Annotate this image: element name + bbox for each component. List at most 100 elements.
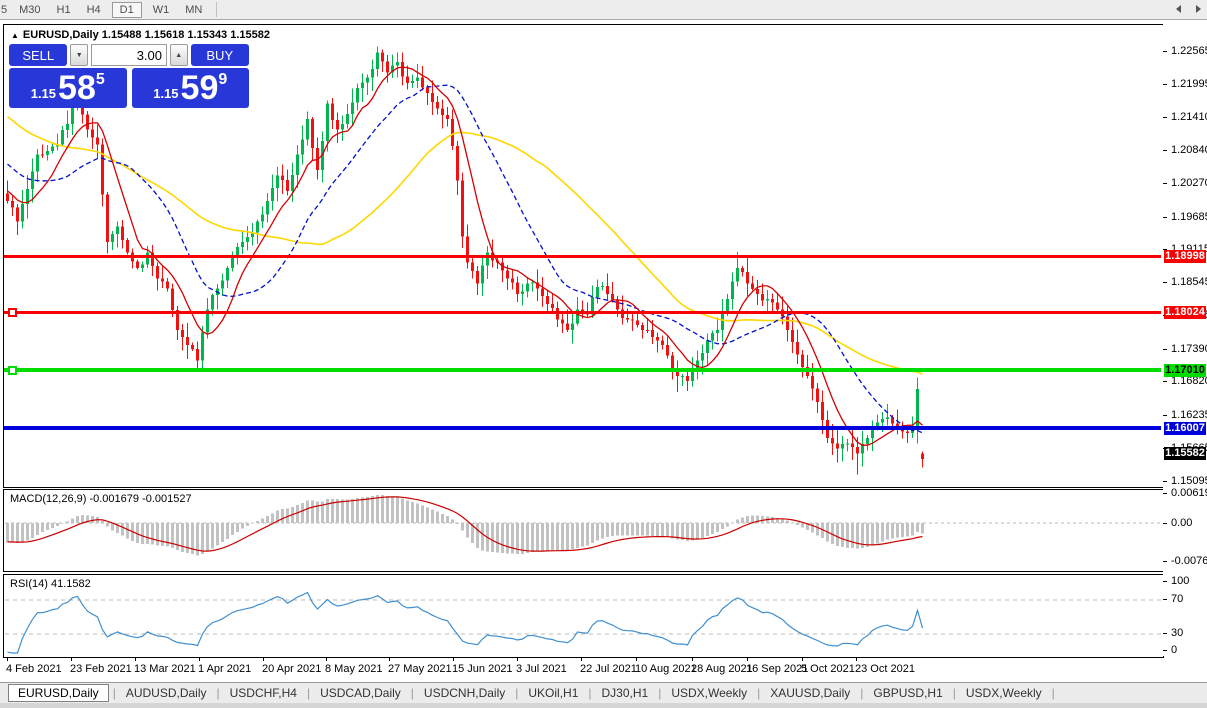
macd-bar xyxy=(151,523,154,545)
date-label: 1 Apr 2021 xyxy=(198,663,252,675)
macd-bar xyxy=(651,523,654,536)
macd-bar xyxy=(21,523,24,543)
trading-terminal-window: 5 M30 H1 H4 D1 W1 MN ▲ EURUSD,Daily 1.15488 1.1… xyxy=(0,0,1207,708)
candle-body xyxy=(506,270,509,279)
timeframe-toolbar: 5 M30 H1 H4 D1 W1 MN xyxy=(0,0,1207,20)
macd-indicator-panel[interactable]: MACD(12,26,9) -0.001679 -0.001527 xyxy=(3,489,1164,572)
level-drag-handle[interactable] xyxy=(8,308,17,318)
collapse-trade-panel-icon[interactable]: ▲ xyxy=(11,31,19,40)
rsi-tick-mark xyxy=(1163,633,1167,634)
macd-bar xyxy=(211,523,214,549)
buy-price-display[interactable]: 1.15 59 9 xyxy=(131,68,249,108)
horizontal-level-line[interactable] xyxy=(4,255,1161,259)
buy-button[interactable]: BUY xyxy=(190,44,249,66)
candle-body xyxy=(156,266,159,279)
price-tick-label: 1.21995 xyxy=(1171,77,1207,90)
date-label: 23 Oct 2021 xyxy=(855,663,915,675)
price-tick-label: 1.20840 xyxy=(1171,144,1207,157)
candle-body xyxy=(41,154,44,156)
tab-xauusd-daily[interactable]: XAUUSD,Daily xyxy=(761,684,859,702)
level-price-tag: 1.18998 xyxy=(1164,250,1206,264)
macd-bar xyxy=(581,523,584,547)
level-drag-handle[interactable] xyxy=(8,366,17,376)
macd-bar xyxy=(341,499,344,523)
volume-increase-button[interactable]: ▲ xyxy=(170,44,188,66)
candle-body xyxy=(711,332,714,341)
macd-bar xyxy=(161,523,164,547)
candle-body xyxy=(726,298,729,312)
tab-scroll-right-icon[interactable] xyxy=(1196,5,1201,13)
timeframe-button-D1[interactable]: D1 xyxy=(111,1,142,18)
macd-bar xyxy=(316,501,319,523)
macd-bar xyxy=(481,523,484,551)
price-tick-mark xyxy=(1163,117,1167,119)
candle-body xyxy=(796,342,799,355)
tab-usdcad-daily[interactable]: USDCAD,Daily xyxy=(311,684,410,702)
macd-bar xyxy=(526,523,529,554)
sell-button[interactable]: SELL xyxy=(9,44,68,66)
tab-eurusd-daily[interactable]: EURUSD,Daily xyxy=(8,684,109,702)
tab-audusd-daily[interactable]: AUDUSD,Daily xyxy=(117,684,216,702)
timeframe-button-5[interactable]: 5 xyxy=(0,2,11,18)
tab-usdx-weekly[interactable]: USDX,Weekly xyxy=(957,684,1051,702)
volume-decrease-button[interactable]: ▼ xyxy=(70,44,88,66)
horizontal-level-line[interactable] xyxy=(4,311,1161,315)
candle-body xyxy=(246,236,249,242)
candle-body xyxy=(6,193,9,202)
volume-input[interactable] xyxy=(91,44,167,66)
timeframe-button-H4[interactable]: H4 xyxy=(79,2,109,18)
timeframe-button-M30[interactable]: M30 xyxy=(11,2,48,18)
horizontal-level-line[interactable] xyxy=(4,426,1161,431)
price-tick-mark xyxy=(1163,348,1167,350)
candle-body xyxy=(366,77,369,83)
candle-body xyxy=(211,295,214,310)
candle-body xyxy=(376,52,379,70)
date-label: 16 Sep 2021 xyxy=(746,663,809,675)
macd-bar xyxy=(636,523,639,536)
date-axis[interactable]: 4 Feb 2021 23 Feb 2021 13 Mar 2021 1 Apr 20… xyxy=(3,657,1163,681)
tab-scroll-left-icon[interactable] xyxy=(1176,5,1181,13)
date-tick-mark xyxy=(581,657,582,661)
macd-bar xyxy=(326,499,329,523)
buy-price-point: 9 xyxy=(218,71,228,88)
macd-bar xyxy=(891,523,894,539)
tab-usdcnh-daily[interactable]: USDCNH,Daily xyxy=(415,684,514,702)
tab-gbpusd-h1[interactable]: GBPUSD,H1 xyxy=(864,684,951,702)
macd-bar xyxy=(911,523,914,536)
buy-price-prefix: 1.15 xyxy=(153,86,179,101)
macd-bar xyxy=(701,523,704,538)
macd-bar xyxy=(246,523,249,526)
tab-ukoil-h1[interactable]: UKOil,H1 xyxy=(519,684,587,702)
macd-bar xyxy=(691,523,694,541)
horizontal-level-line[interactable] xyxy=(4,368,1161,373)
macd-bar xyxy=(876,523,879,544)
macd-bar xyxy=(671,523,674,539)
date-tick-mark xyxy=(7,657,8,661)
macd-bar xyxy=(646,523,649,536)
price-tick-mark xyxy=(1163,282,1167,284)
macd-bar xyxy=(11,523,14,543)
tab-usdchf-h4[interactable]: USDCHF,H4 xyxy=(221,684,306,702)
macd-bar xyxy=(351,498,354,523)
timeframe-button-W1[interactable]: W1 xyxy=(145,2,178,18)
timeframe-button-H1[interactable]: H1 xyxy=(49,2,79,18)
macd-bar xyxy=(791,522,794,524)
macd-bar xyxy=(16,523,19,543)
date-tick-mark xyxy=(263,657,264,661)
macd-bar xyxy=(221,523,224,543)
candle-body xyxy=(116,226,119,234)
rsi-indicator-panel[interactable]: RSI(14) 41.1582 xyxy=(3,574,1164,658)
sell-price-display[interactable]: 1.15 58 5 xyxy=(9,68,127,108)
tab-separator: | xyxy=(1051,686,1055,700)
tab-usdx-weekly[interactable]: USDX,Weekly xyxy=(662,684,756,702)
candle-body xyxy=(311,118,314,149)
timeframe-button-MN[interactable]: MN xyxy=(177,2,210,18)
price-axis[interactable]: 1.22565 1.21995 1.21410 1.20840 1.20270 1.196… xyxy=(1163,24,1207,656)
candle-body xyxy=(701,353,704,361)
date-tick-mark xyxy=(636,657,637,661)
sell-price-point: 5 xyxy=(95,71,105,88)
tab-dj30-h1[interactable]: DJ30,H1 xyxy=(593,684,658,702)
candle-body xyxy=(766,298,769,301)
macd-bar xyxy=(156,523,159,546)
candle-body xyxy=(561,319,564,324)
